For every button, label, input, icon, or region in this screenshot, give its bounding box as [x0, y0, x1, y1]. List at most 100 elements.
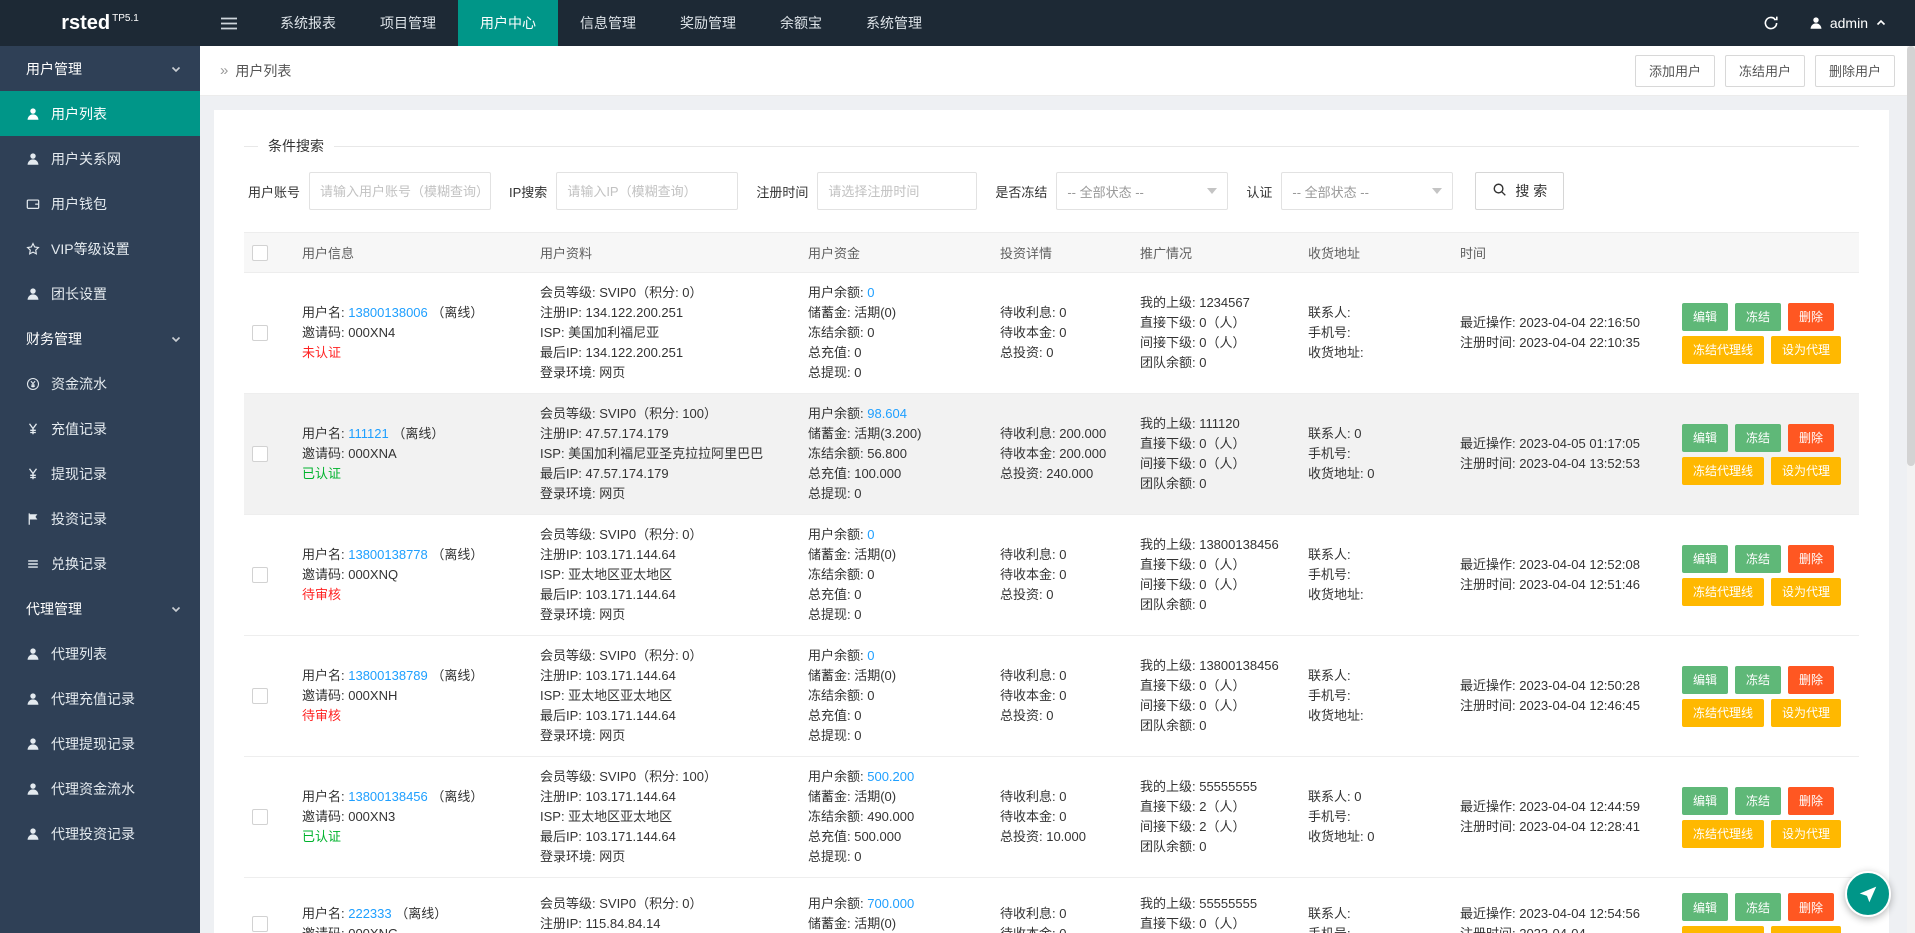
delete-button[interactable]: 删除 [1788, 786, 1835, 815]
header-action-button[interactable]: 删除用户 [1814, 54, 1895, 87]
username-link[interactable]: 13800138006 [348, 305, 428, 320]
balance-value[interactable]: 700.000 [867, 896, 914, 911]
sidebar-item[interactable]: 用户列表 [0, 91, 200, 136]
sidebar-item[interactable]: 投资记录 [0, 496, 200, 541]
scrollbar-thumb[interactable] [1907, 46, 1915, 466]
freeze-agent-line-button[interactable]: 冻结代理线 [1682, 926, 1765, 933]
sidebar-item[interactable]: 代理投资记录 [0, 811, 200, 856]
refresh-icon[interactable] [1763, 15, 1779, 31]
search-button[interactable]: 搜 索 [1475, 172, 1565, 210]
sidebar-item[interactable]: 用户关系网 [0, 136, 200, 181]
balance-value[interactable]: 500.200 [867, 769, 914, 784]
balance-value[interactable]: 0 [867, 285, 874, 300]
search-input[interactable] [817, 172, 978, 210]
sidebar-group-title[interactable]: 财务管理 [0, 316, 200, 361]
top-menu-item[interactable]: 项目管理 [358, 0, 458, 46]
row-checkbox[interactable] [252, 446, 268, 462]
scrollbar[interactable] [1907, 46, 1915, 933]
sidebar-item[interactable]: 提现记录 [0, 451, 200, 496]
freeze-button[interactable]: 冻结 [1735, 786, 1782, 815]
sidebar-item[interactable]: 代理充值记录 [0, 676, 200, 721]
hamburger-icon[interactable] [220, 17, 238, 30]
edit-button[interactable]: 编辑 [1682, 893, 1729, 921]
sidebar-item[interactable]: 用户钱包 [0, 181, 200, 226]
search-input[interactable] [309, 172, 492, 210]
edit-button[interactable]: 编辑 [1682, 302, 1729, 331]
sidebar-item[interactable]: 代理提现记录 [0, 721, 200, 766]
sidebar-item[interactable]: 兑换记录 [0, 541, 200, 586]
sidebar-group-title[interactable]: 代理管理 [0, 586, 200, 631]
edit-button[interactable]: 编辑 [1682, 786, 1729, 815]
row-checkbox[interactable] [252, 809, 268, 825]
set-as-agent-button[interactable]: 设为代理 [1771, 335, 1842, 364]
set-as-agent-button[interactable]: 设为代理 [1771, 926, 1842, 933]
username-link[interactable]: 13800138456 [348, 789, 428, 804]
freeze-button[interactable]: 冻结 [1735, 893, 1782, 921]
top-menu-item[interactable]: 余额宝 [758, 0, 844, 46]
top-menu-item[interactable]: 信息管理 [558, 0, 658, 46]
row-checkbox[interactable] [252, 688, 268, 704]
edit-button[interactable]: 编辑 [1682, 544, 1729, 573]
sidebar-item[interactable]: 充值记录 [0, 406, 200, 451]
profile-line: 会员等级: SVIP0（积分: 100） [540, 769, 717, 784]
user-info-cell: 用户名: 111121 （离线） 邀请码: 000XNA 已认证 [294, 393, 532, 515]
sidebar-item[interactable]: 团长设置 [0, 271, 200, 316]
top-menu-item[interactable]: 系统管理 [844, 0, 944, 46]
time-line: 注册时间: 2023-04-04 12:28:41 [1460, 819, 1640, 834]
username-link[interactable]: 13800138778 [348, 547, 428, 562]
set-as-agent-button[interactable]: 设为代理 [1771, 456, 1842, 485]
freeze-button[interactable]: 冻结 [1735, 665, 1782, 694]
breadcrumb-bar: » 用户列表 添加用户 冻结用户 删除用户 [200, 46, 1915, 96]
top-menu-item[interactable]: 用户中心 [458, 0, 558, 46]
sidebar-group-title[interactable]: 用户管理 [0, 46, 200, 91]
set-as-agent-button[interactable]: 设为代理 [1771, 698, 1842, 727]
edit-button[interactable]: 编辑 [1682, 665, 1729, 694]
search-icon [1492, 182, 1507, 200]
delete-button[interactable]: 删除 [1788, 544, 1835, 573]
delete-button[interactable]: 删除 [1788, 423, 1835, 452]
freeze-button[interactable]: 冻结 [1735, 423, 1782, 452]
set-as-agent-button[interactable]: 设为代理 [1771, 819, 1842, 848]
username-link[interactable]: 222333 [348, 906, 391, 921]
row-checkbox[interactable] [252, 567, 268, 583]
set-as-agent-button[interactable]: 设为代理 [1771, 577, 1842, 606]
username-link[interactable]: 111121 [348, 426, 389, 441]
select-all-checkbox[interactable] [252, 244, 268, 261]
header-action-button[interactable]: 添加用户 [1634, 54, 1715, 87]
profile-line: 注册IP: 115.84.84.14 [540, 915, 661, 931]
edit-button[interactable]: 编辑 [1682, 423, 1729, 452]
sidebar-item[interactable]: 资金流水 [0, 361, 200, 406]
chat-float-button[interactable] [1845, 871, 1891, 917]
top-menu-item[interactable]: 奖励管理 [658, 0, 758, 46]
address-line: 联系人: [1308, 305, 1351, 320]
top-menu-item[interactable]: 系统报表 [258, 0, 358, 46]
sidebar-item[interactable]: VIP等级设置 [0, 226, 200, 271]
freeze-agent-line-button[interactable]: 冻结代理线 [1682, 819, 1765, 848]
freeze-agent-line-button[interactable]: 冻结代理线 [1682, 577, 1765, 606]
admin-menu[interactable]: admin [1809, 15, 1887, 31]
row-checkbox[interactable] [252, 915, 268, 932]
freeze-agent-line-button[interactable]: 冻结代理线 [1682, 456, 1765, 485]
funds-line: 储蓄金: 活期(0) [808, 547, 897, 562]
balance-value[interactable]: 98.604 [867, 406, 907, 421]
row-checkbox[interactable] [252, 325, 268, 341]
header-action-button[interactable]: 冻结用户 [1724, 54, 1805, 87]
sidebar-item-label: 提现记录 [51, 465, 107, 482]
delete-button[interactable]: 删除 [1788, 893, 1835, 921]
search-select[interactable]: -- 全部状态 -- [1281, 172, 1454, 210]
invest-line: 总投资: 240.000 [1000, 466, 1094, 481]
freeze-button[interactable]: 冻结 [1735, 544, 1782, 573]
sidebar-item[interactable]: 代理列表 [0, 631, 200, 676]
freeze-agent-line-button[interactable]: 冻结代理线 [1682, 335, 1765, 364]
freeze-agent-line-button[interactable]: 冻结代理线 [1682, 698, 1765, 727]
balance-value[interactable]: 0 [867, 527, 874, 542]
search-input[interactable] [556, 172, 739, 210]
search-select[interactable]: -- 全部状态 -- [1056, 172, 1229, 210]
balance-value[interactable]: 0 [867, 648, 874, 663]
sidebar-item[interactable]: 代理资金流水 [0, 766, 200, 811]
username-link[interactable]: 13800138789 [348, 668, 428, 683]
user-funds-cell: 用户余额: 0 储蓄金: 活期(0) 冻结余额: 0 总充值: 0 总提现: 0 [800, 514, 992, 636]
delete-button[interactable]: 删除 [1788, 302, 1835, 331]
delete-button[interactable]: 删除 [1788, 665, 1835, 694]
freeze-button[interactable]: 冻结 [1735, 302, 1782, 331]
